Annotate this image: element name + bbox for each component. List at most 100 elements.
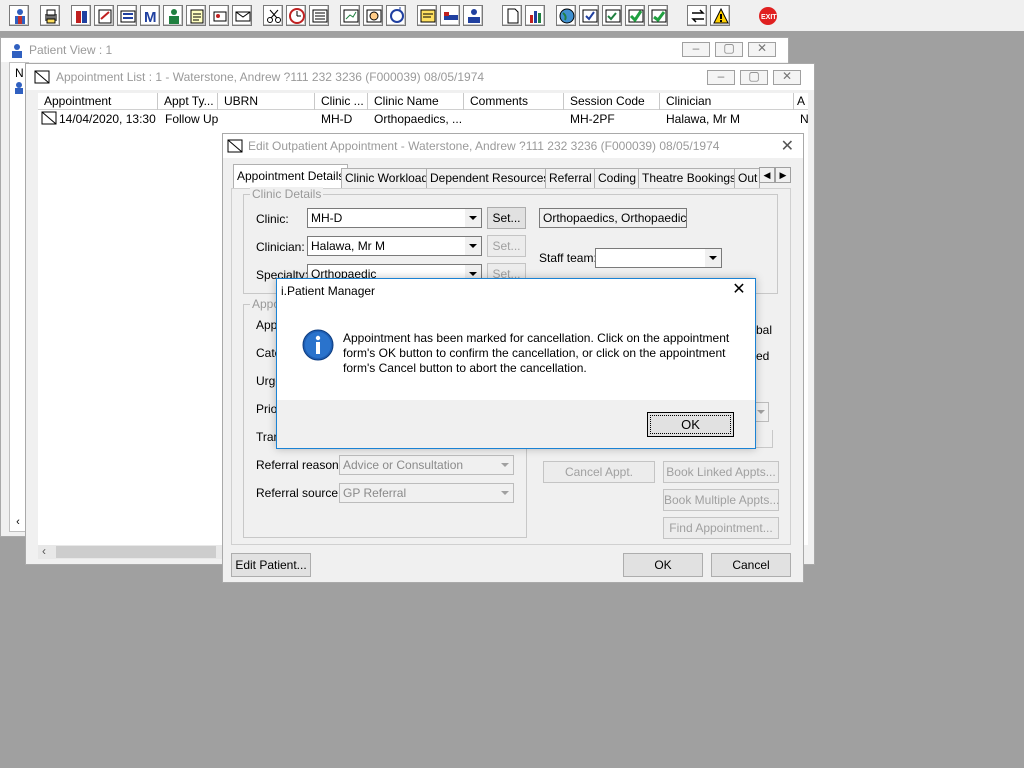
directory-icon[interactable] [117, 5, 137, 26]
referral-reason-label: Referral reason: [256, 458, 343, 472]
books-icon[interactable] [71, 5, 91, 26]
cell-clinic-name: Orthopaedics, ... [374, 112, 463, 126]
tab-clinic-workload[interactable]: Clinic Workload [341, 168, 433, 188]
close-button[interactable]: ✕ [773, 69, 801, 85]
patient-icon[interactable] [9, 5, 29, 26]
forms-icon[interactable] [186, 5, 206, 26]
clinician-set-button[interactable]: Set... [487, 235, 526, 257]
clock-icon[interactable] [286, 5, 306, 26]
bed-icon[interactable] [440, 5, 460, 26]
tab-coding[interactable]: Coding [594, 168, 641, 188]
warning-icon[interactable] [710, 5, 730, 26]
clinic-details-label: Clinic Details [250, 187, 324, 201]
exit-label: EXIT [761, 14, 777, 21]
cell-a: N [800, 112, 809, 126]
close-icon[interactable]: ✕ [781, 136, 794, 156]
cell-clinic: MH-D [321, 112, 353, 126]
exit-icon[interactable]: EXIT [757, 5, 777, 26]
referral-reason-value: Advice or Consultation [343, 458, 464, 472]
message-icon[interactable] [417, 5, 437, 26]
tab-scroll-left-icon[interactable]: ◀ [759, 167, 775, 183]
tab-out[interactable]: Out [734, 168, 760, 188]
message-ok-button[interactable]: OK [647, 412, 734, 437]
notes-icon[interactable] [94, 5, 114, 26]
column-header-appt-type[interactable]: Appt Ty... [158, 93, 218, 110]
edit-dialog-titlebar: Edit Outpatient Appointment - Waterstone… [223, 134, 803, 158]
chevron-down-icon[interactable] [705, 249, 721, 267]
column-header-clinician[interactable]: Clinician [660, 93, 794, 110]
tab-theatre-bookings[interactable]: Theatre Bookings [638, 168, 741, 188]
scissors-icon[interactable] [263, 5, 283, 26]
chevron-down-icon[interactable] [497, 484, 513, 502]
referral-reason-combo[interactable]: Advice or Consultation [339, 455, 514, 475]
clinic-set-button[interactable]: Set... [487, 207, 526, 229]
tab-referral[interactable]: Referral [545, 168, 596, 188]
column-header-a[interactable]: A [794, 93, 808, 110]
referral-source-combo[interactable]: GP Referral [339, 483, 514, 503]
right-partial-label-2: ed [756, 349, 770, 363]
tab-appointment-details[interactable]: Appointment Details [233, 164, 349, 189]
find-appointment-button[interactable]: Find Appointment... [663, 517, 779, 539]
chevron-down-icon[interactable] [465, 209, 481, 227]
staff-team-combo[interactable] [595, 248, 722, 268]
column-header-comments[interactable]: Comments [464, 93, 564, 110]
cancel-appt-button[interactable]: Cancel Appt. [543, 461, 655, 483]
clinic-value: MH-D [311, 211, 343, 225]
clinician-combo[interactable]: Halawa, Mr M [307, 236, 482, 256]
document-icon[interactable] [502, 5, 522, 26]
edit-dialog-title: Edit Outpatient Appointment - Waterstone… [248, 139, 720, 153]
column-header-clinic-name[interactable]: Clinic Name [368, 93, 464, 110]
bar-chart-icon[interactable] [525, 5, 545, 26]
book-linked-appts-button[interactable]: Book Linked Appts... [663, 461, 779, 483]
appointment-list-header: Appointment Appt Ty... UBRN Clinic ... C… [38, 93, 808, 110]
maximize-button[interactable]: ▢ [740, 69, 768, 85]
scroll-left-icon[interactable]: ‹ [42, 544, 46, 558]
column-header-session-code[interactable]: Session Code [564, 93, 660, 110]
clinician-icon[interactable] [163, 5, 183, 26]
scrollbar-thumb[interactable] [56, 546, 216, 558]
patient-view-icon [9, 43, 25, 62]
table-row[interactable]: 14/04/2020, 13:30 Follow Up MH-D Orthopa… [38, 110, 809, 128]
book-multiple-appts-button[interactable]: Book Multiple Appts... [663, 489, 779, 511]
swap-icon[interactable] [687, 5, 707, 26]
close-button[interactable]: ✕ [748, 41, 776, 57]
clinic-combo[interactable]: MH-D [307, 208, 482, 228]
referral-source-value: GP Referral [343, 486, 407, 500]
gauge-icon[interactable] [363, 5, 383, 26]
clinician-label: Clinician: [256, 240, 305, 254]
column-header-ubrn[interactable]: UBRN [218, 93, 315, 110]
horizontal-scrollbar[interactable]: ‹ [38, 544, 223, 559]
cell-appt-type: Follow Up [165, 112, 219, 126]
mail-icon[interactable] [232, 5, 252, 26]
clinician-value: Halawa, Mr M [311, 239, 386, 253]
close-icon[interactable]: ✕ [731, 282, 747, 299]
chart-icon[interactable] [340, 5, 360, 26]
referral-icon[interactable] [209, 5, 229, 26]
chevron-down-icon[interactable] [497, 456, 513, 474]
column-header-clinic[interactable]: Clinic ... [315, 93, 368, 110]
info-icon [302, 329, 334, 364]
edit-patient-button[interactable]: Edit Patient... [231, 553, 311, 577]
tab-scroll-right-icon[interactable]: ▶ [775, 167, 791, 183]
cancel-button[interactable]: Cancel [711, 553, 791, 577]
green-list-icon[interactable] [648, 5, 668, 26]
minimize-button[interactable]: – [682, 41, 710, 57]
list-icon[interactable] [309, 5, 329, 26]
print-icon[interactable] [40, 5, 60, 26]
minimize-button[interactable]: – [707, 69, 735, 85]
tab-dependent-resources[interactable]: Dependent Resources [426, 168, 554, 188]
team-icon[interactable] [463, 5, 483, 26]
refresh-icon[interactable] [386, 5, 406, 26]
column-header-appointment[interactable]: Appointment [38, 93, 158, 110]
globe-icon[interactable] [556, 5, 576, 26]
checklist-icon[interactable] [602, 5, 622, 26]
green-check-icon[interactable] [625, 5, 645, 26]
check-icon[interactable] [579, 5, 599, 26]
m-icon[interactable]: M [140, 5, 160, 26]
clinic-name-field[interactable]: Orthopaedics, Orthopaedic OF [539, 208, 687, 228]
chevron-down-icon[interactable] [465, 237, 481, 255]
appointment-list-titlebar: Appointment List : 1 - Waterstone, Andre… [26, 64, 814, 90]
ok-button[interactable]: OK [623, 553, 703, 577]
appointment-row-icon [41, 111, 57, 128]
maximize-button[interactable]: ▢ [715, 41, 743, 57]
